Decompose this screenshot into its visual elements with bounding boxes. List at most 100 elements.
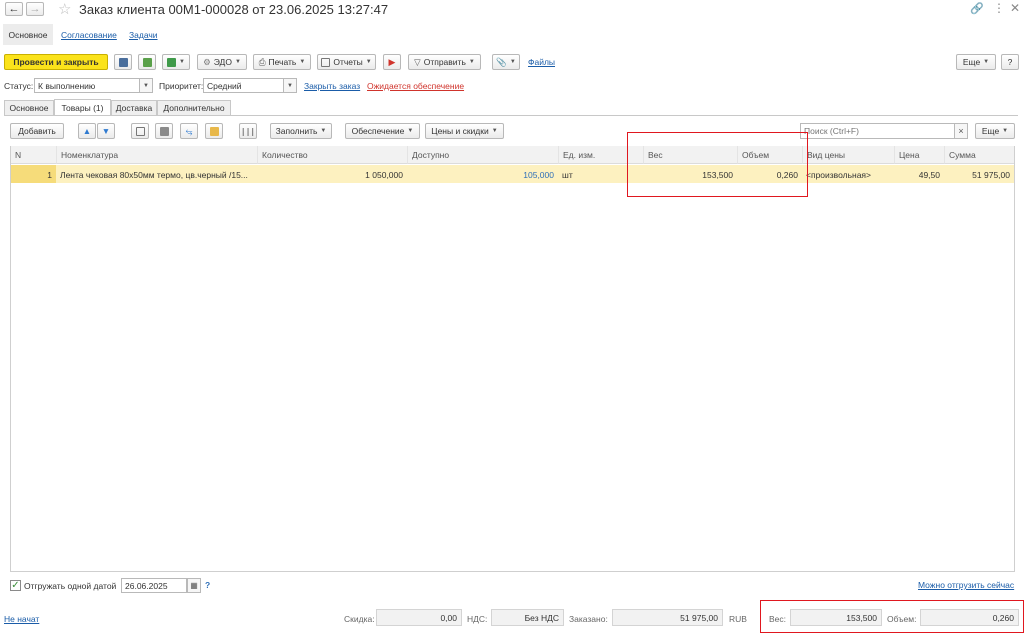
can-ship-now-link[interactable]: Можно отгрузить сейчас xyxy=(918,580,1014,590)
calendar-icon: ▦ xyxy=(190,581,198,590)
top-tab-main[interactable]: Основное xyxy=(3,24,53,45)
column-header-available[interactable]: Доступно xyxy=(407,146,558,164)
ship-one-date-checkbox[interactable]: ✓ xyxy=(10,580,21,591)
print-button[interactable]: ⎙ Печать ▼ xyxy=(253,54,311,70)
discount-label: Скидка: xyxy=(344,614,375,624)
paperclip-icon: 📎 xyxy=(496,56,507,67)
status-dropdown-button[interactable]: ▼ xyxy=(139,78,153,93)
pick-goods-button[interactable] xyxy=(205,123,223,139)
attach-button[interactable]: 📎 ▼ xyxy=(492,54,520,70)
cell-quantity[interactable]: 1 050,000 xyxy=(257,166,407,183)
reports-icon xyxy=(321,57,331,67)
status-not-started-link[interactable]: Не начат xyxy=(4,614,39,624)
close-icon[interactable]: ✕ xyxy=(1010,1,1020,15)
prices-discounts-button[interactable]: Цены и скидки ▼ xyxy=(425,123,504,139)
split-row-button[interactable]: ⥃ xyxy=(180,123,198,139)
column-header-weight[interactable]: Вес xyxy=(643,146,737,164)
column-header-price-type[interactable]: Вид цены xyxy=(802,146,894,164)
save-icon xyxy=(118,57,128,67)
currency-label: RUB xyxy=(729,614,747,624)
reports-button[interactable]: Отчеты ▼ xyxy=(317,54,376,70)
delete-row-button[interactable] xyxy=(155,123,173,139)
inner-tabs-line xyxy=(4,115,1018,116)
cell-volume[interactable]: 0,260 xyxy=(737,166,802,183)
more-button[interactable]: Еще ▼ xyxy=(956,54,996,70)
search-clear-button[interactable]: × xyxy=(954,123,968,139)
ship-date-field[interactable]: 26.06.2025 xyxy=(121,578,187,593)
edo-button[interactable]: ⚙ ЭДО ▼ xyxy=(197,54,247,70)
chevron-down-icon: ▼ xyxy=(468,59,475,65)
back-button[interactable]: ← xyxy=(5,2,23,16)
create-based-icon xyxy=(167,57,177,67)
column-header-nomenclature[interactable]: Номенклатура xyxy=(56,146,257,164)
cell-price[interactable]: 49,50 xyxy=(894,166,944,183)
cell-sum[interactable]: 51 975,00 xyxy=(944,166,1014,183)
move-up-button[interactable]: ▲ xyxy=(78,123,96,139)
column-header-price[interactable]: Цена xyxy=(894,146,944,164)
copy-row-button[interactable] xyxy=(131,123,149,139)
vat-value: Без НДС xyxy=(491,609,564,626)
column-header-volume[interactable]: Объем xyxy=(737,146,802,164)
awaiting-provision-link[interactable]: Ожидается обеспечение xyxy=(367,81,464,91)
cell-available[interactable]: 105,000 xyxy=(407,166,558,183)
priority-dropdown-button[interactable]: ▼ xyxy=(283,78,297,93)
pick-icon xyxy=(209,126,219,136)
post-and-close-button[interactable]: Провести и закрыть xyxy=(4,54,108,70)
arrow-down-icon: ▼ xyxy=(101,126,111,136)
status-field[interactable]: К выполнению xyxy=(34,78,140,93)
post-button[interactable] xyxy=(138,54,156,70)
column-header-unit[interactable]: Ед. изм. xyxy=(558,146,643,164)
barcode-icon: ||| xyxy=(240,126,256,136)
link-icon[interactable]: 🔗 xyxy=(970,2,984,15)
close-order-link[interactable]: Закрыть заказ xyxy=(304,81,360,91)
chevron-down-icon: ▼ xyxy=(509,59,516,65)
help-button[interactable]: ? xyxy=(1001,54,1019,70)
create-based-on-button[interactable]: ▼ xyxy=(162,54,190,70)
calendar-button[interactable]: ▦ xyxy=(187,578,201,593)
favorite-star-icon[interactable]: ☆ xyxy=(58,0,71,18)
inner-tab-additional[interactable]: Дополнительно xyxy=(157,100,231,115)
structure-button[interactable]: ▶ xyxy=(383,54,401,70)
chevron-down-icon: ▼ xyxy=(983,59,990,65)
top-tab-approval[interactable]: Согласование xyxy=(61,30,117,40)
chevron-down-icon: ▼ xyxy=(1002,128,1009,134)
search-input[interactable] xyxy=(800,123,955,139)
grid-more-button[interactable]: Еще ▼ xyxy=(975,123,1015,139)
inner-tab-delivery[interactable]: Доставка xyxy=(111,100,157,115)
provision-button[interactable]: Обеспечение ▼ xyxy=(345,123,420,139)
priority-label: Приоритет: xyxy=(159,81,204,91)
send-icon: ▽ xyxy=(414,56,421,67)
column-header-sum[interactable]: Сумма xyxy=(944,146,1014,164)
column-header-quantity[interactable]: Количество xyxy=(257,146,407,164)
more-vertical-icon[interactable]: ⋮ xyxy=(993,1,1005,15)
cell-nomenclature[interactable]: Лента чековая 80х50мм термо, цв.черный /… xyxy=(56,166,257,183)
vat-label: НДС: xyxy=(467,614,488,624)
chevron-down-icon: ▼ xyxy=(365,59,372,65)
inner-tab-main[interactable]: Основное xyxy=(4,100,54,115)
column-header-n[interactable]: N xyxy=(11,146,56,164)
add-row-button[interactable]: Добавить xyxy=(10,123,64,139)
send-button[interactable]: ▽ Отправить ▼ xyxy=(408,54,481,70)
copy-icon xyxy=(135,126,145,136)
save-button[interactable] xyxy=(114,54,132,70)
edo-icon: ⚙ xyxy=(203,56,211,67)
top-tab-tasks[interactable]: Задачи xyxy=(129,30,158,40)
cell-unit[interactable]: шт xyxy=(558,166,643,183)
cell-n[interactable]: 1 xyxy=(11,166,56,183)
volume-total-value: 0,260 xyxy=(920,609,1019,626)
move-down-button[interactable]: ▼ xyxy=(97,123,115,139)
cell-weight[interactable]: 153,500 xyxy=(643,166,737,183)
fill-button[interactable]: Заполнить ▼ xyxy=(270,123,332,139)
split-icon: ⥃ xyxy=(185,125,193,136)
cell-price-type[interactable]: <произвольная> xyxy=(802,166,894,183)
forward-button[interactable]: → xyxy=(26,2,44,16)
barcode-button[interactable]: ||| xyxy=(239,123,257,139)
volume-total-label: Объем: xyxy=(887,614,917,624)
ship-date-help-icon[interactable]: ? xyxy=(205,580,210,590)
discount-value: 0,00 xyxy=(376,609,462,626)
inner-tab-goods[interactable]: Товары (1) xyxy=(54,99,111,115)
chevron-down-icon: ▼ xyxy=(407,128,414,134)
priority-field[interactable]: Средний xyxy=(203,78,284,93)
post-document-icon xyxy=(142,57,152,67)
files-link[interactable]: Файлы xyxy=(528,57,555,67)
